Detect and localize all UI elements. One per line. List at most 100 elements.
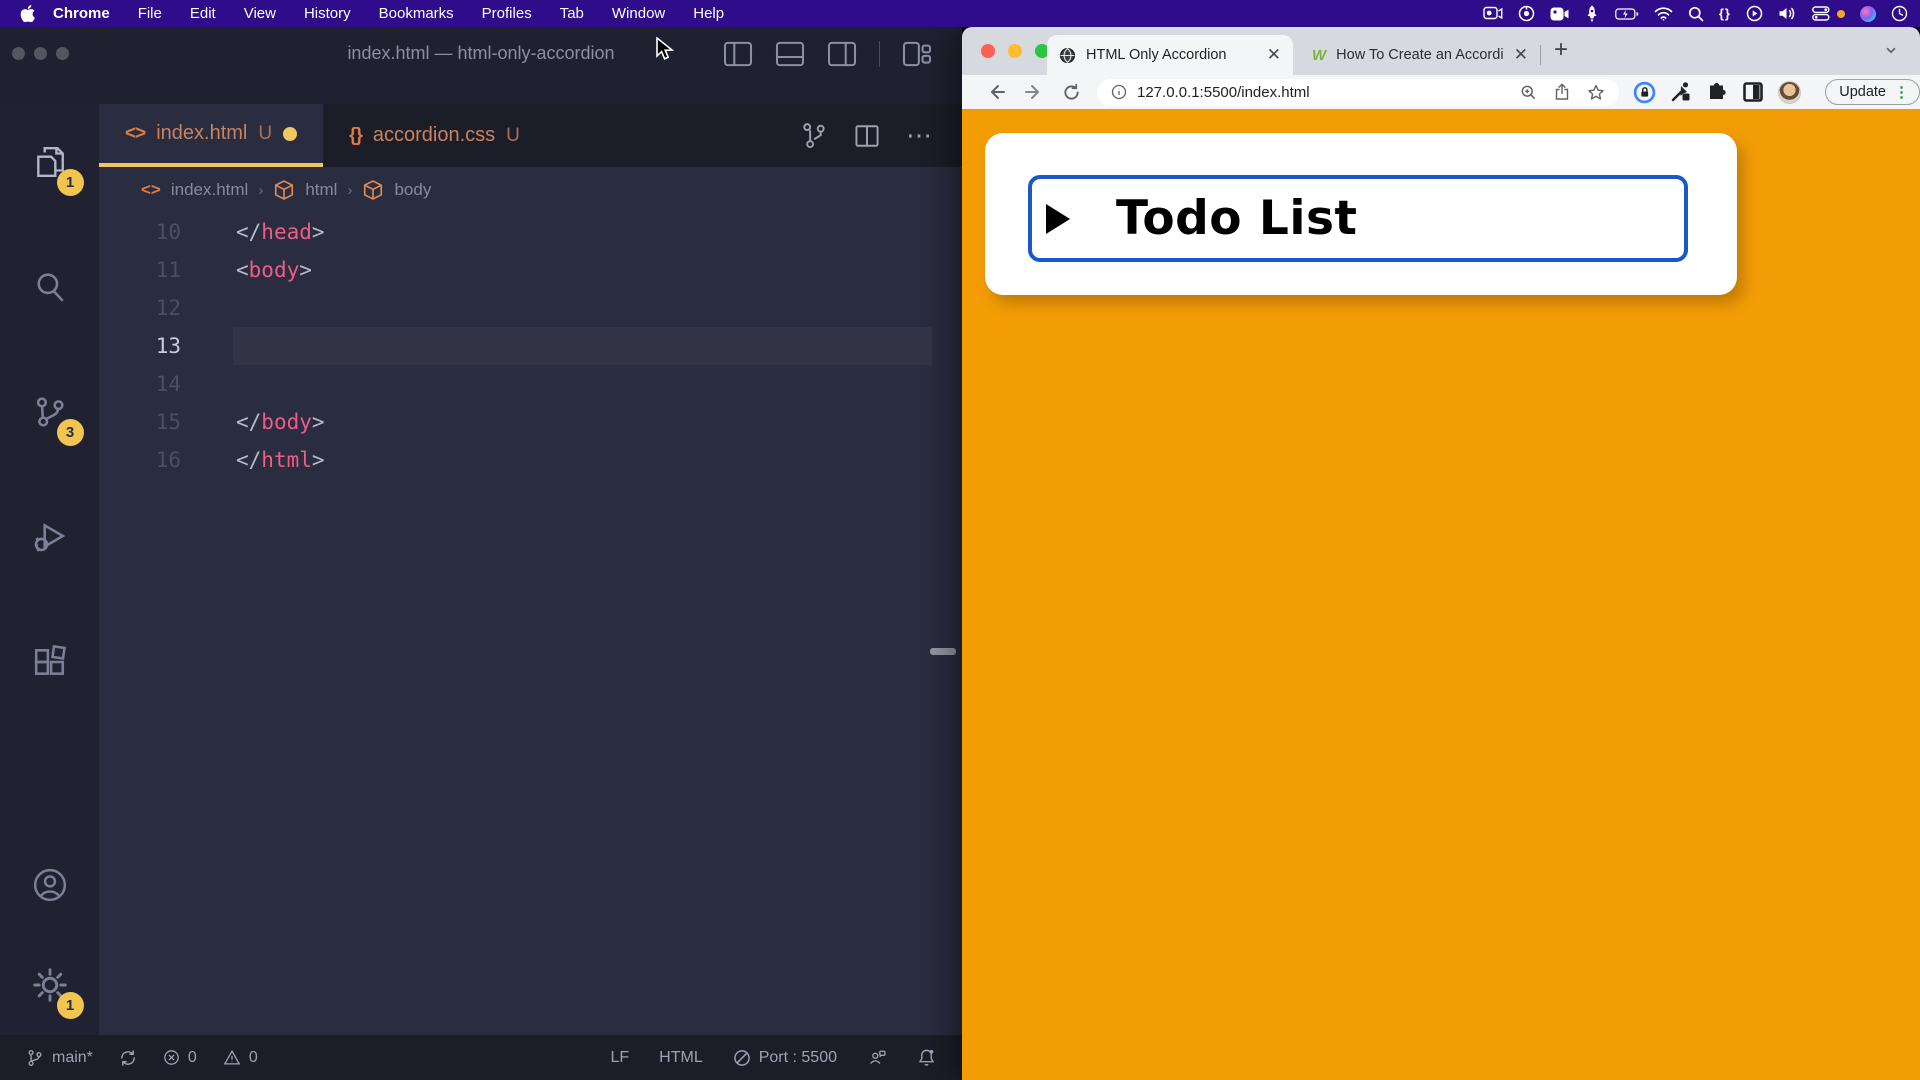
language-mode-status[interactable]: HTML	[659, 1049, 703, 1067]
browser-tab-active[interactable]: HTML Only Accordion ✕	[1047, 35, 1293, 75]
code-line-15[interactable]: 15</body>	[99, 403, 962, 441]
share-icon[interactable]	[1554, 83, 1570, 101]
close-tab-icon[interactable]: ✕	[1267, 45, 1281, 65]
editor-tab-accordion-css[interactable]: {} accordion.css U	[323, 104, 546, 167]
desktop: Chrome File Edit View History Bookmarks Profil…	[0, 0, 1920, 1080]
errors-status[interactable]: 0	[163, 1049, 197, 1067]
run-debug-icon[interactable]	[20, 507, 80, 567]
code-line-11[interactable]: 11<body>	[99, 251, 962, 289]
close-tab-icon[interactable]: ✕	[1514, 45, 1528, 65]
menubar-item-profiles[interactable]: Profiles	[482, 5, 532, 22]
extensions-puzzle-icon[interactable]	[1706, 81, 1728, 103]
vscode-activity-bar: 1 3	[0, 104, 99, 1035]
extension-lock-icon[interactable]	[1633, 81, 1656, 104]
source-control-icon[interactable]: 3	[20, 382, 80, 442]
explorer-icon[interactable]: 1	[20, 132, 80, 192]
code-line-10[interactable]: 10</head>	[99, 213, 962, 251]
git-branch-status[interactable]: main*	[26, 1048, 93, 1068]
open-changes-icon[interactable]	[802, 122, 828, 150]
search-sidebar-icon[interactable]	[20, 257, 80, 317]
update-button[interactable]: Update ⋮	[1825, 79, 1920, 105]
rocket-icon[interactable]	[1584, 5, 1600, 22]
code-line-12[interactable]: 12	[99, 289, 962, 327]
wifi-icon[interactable]	[1654, 7, 1673, 21]
menubar-item-view[interactable]: View	[244, 5, 276, 22]
braces-icon[interactable]: {}	[1719, 6, 1731, 21]
extension-colorpicker-icon[interactable]	[1670, 81, 1692, 103]
breadcrumb-node[interactable]: html	[305, 180, 337, 200]
reload-button[interactable]	[1062, 83, 1081, 102]
browser-tab-inactive[interactable]: W How To Create an Accordion ✕	[1306, 35, 1534, 75]
forward-button[interactable]	[1024, 82, 1044, 102]
video-camera-icon[interactable]	[1550, 7, 1569, 21]
apple-menu-icon[interactable]	[20, 5, 35, 22]
back-button[interactable]	[986, 82, 1006, 102]
split-editor-icon[interactable]	[854, 122, 880, 150]
accordion-title: Todo List	[1116, 191, 1357, 246]
chrome-menu-dots-icon[interactable]: ⋮	[1894, 83, 1909, 101]
menubar-item-history[interactable]: History	[304, 5, 351, 22]
unsaved-dot-icon[interactable]	[283, 127, 297, 141]
vscode-titlebar: index.html — html-only-accordion	[0, 27, 962, 104]
menubar-item-file[interactable]: File	[138, 5, 162, 22]
play-circle-icon[interactable]	[1746, 5, 1763, 22]
control-center-icon[interactable]	[1812, 6, 1830, 21]
battery-icon[interactable]	[1615, 8, 1639, 20]
css-file-icon: {}	[349, 125, 362, 147]
settings-gear-icon[interactable]: 1	[20, 955, 80, 1015]
more-actions-icon[interactable]: ⋯	[906, 120, 934, 151]
menubar-item-help[interactable]: Help	[693, 5, 724, 22]
extensions-icon[interactable]	[20, 632, 80, 692]
profile-avatar[interactable]	[1778, 81, 1801, 104]
breadcrumb-file[interactable]: index.html	[171, 180, 248, 200]
url-text[interactable]: 127.0.0.1:5500/index.html	[1137, 84, 1510, 101]
accordion-summary[interactable]: Todo List	[1028, 175, 1688, 262]
zoom-icon[interactable]	[1520, 84, 1537, 101]
tab-label: index.html	[156, 122, 247, 145]
toggle-sidebar-icon[interactable]	[723, 41, 753, 67]
menubar-item-window[interactable]: Window	[612, 5, 665, 22]
code-line-14[interactable]: 14	[99, 365, 962, 403]
eol-status[interactable]: LF	[610, 1049, 629, 1067]
toggle-secondary-sidebar-icon[interactable]	[827, 41, 857, 67]
vscode-tabbar: <> index.html U {} accordion.css U ⋯	[99, 104, 962, 167]
editor-scrollbar-handle[interactable]	[930, 648, 956, 655]
tab-title: How To Create an Accordion	[1336, 47, 1504, 63]
editor-tab-index-html[interactable]: <> index.html U	[99, 104, 323, 167]
code-line-13[interactable]: 13	[99, 327, 962, 365]
warnings-status[interactable]: 0	[223, 1049, 258, 1067]
account-icon[interactable]	[20, 855, 80, 915]
customize-layout-icon[interactable]	[902, 41, 932, 67]
menubar-item-edit[interactable]: Edit	[190, 5, 216, 22]
sync-status[interactable]	[119, 1049, 137, 1067]
menubar-items: Chrome File Edit View History Bookmarks Profil…	[53, 5, 724, 22]
tab-search-chevron-icon[interactable]	[1884, 43, 1898, 57]
siri-icon[interactable]	[1860, 6, 1876, 22]
menubar-item-bookmarks[interactable]: Bookmarks	[379, 5, 454, 22]
code-editor[interactable]: 10</head>11<body>12131415</body>16</html…	[99, 213, 962, 1035]
record-icon[interactable]	[1518, 5, 1535, 22]
feedback-icon[interactable]	[867, 1049, 887, 1067]
minimize-window-button[interactable]	[1008, 44, 1022, 58]
close-window-button[interactable]	[981, 44, 995, 58]
bookmark-star-icon[interactable]	[1587, 84, 1605, 101]
code-line-16[interactable]: 16</html>	[99, 441, 962, 479]
line-content	[181, 289, 236, 327]
warning-count: 0	[249, 1049, 258, 1067]
live-server-status[interactable]: Port : 5500	[733, 1049, 837, 1067]
extension-darkmode-icon[interactable]	[1742, 81, 1764, 103]
new-tab-button[interactable]: +	[1554, 36, 1568, 64]
breadcrumb-node[interactable]: body	[394, 180, 431, 200]
toggle-panel-icon[interactable]	[775, 41, 805, 67]
volume-icon[interactable]	[1778, 6, 1797, 21]
search-icon[interactable]	[1688, 6, 1704, 22]
menubar-item-tab[interactable]: Tab	[560, 5, 584, 22]
site-info-icon[interactable]	[1111, 84, 1127, 100]
notifications-bell-icon[interactable]	[917, 1048, 936, 1067]
error-count: 0	[188, 1049, 197, 1067]
screen-record-icon[interactable]	[1483, 6, 1503, 21]
clock-icon[interactable]	[1891, 5, 1908, 22]
branch-name: main*	[52, 1049, 93, 1067]
address-bar[interactable]: 127.0.0.1:5500/index.html	[1097, 79, 1619, 106]
menubar-item-chrome[interactable]: Chrome	[53, 5, 110, 22]
